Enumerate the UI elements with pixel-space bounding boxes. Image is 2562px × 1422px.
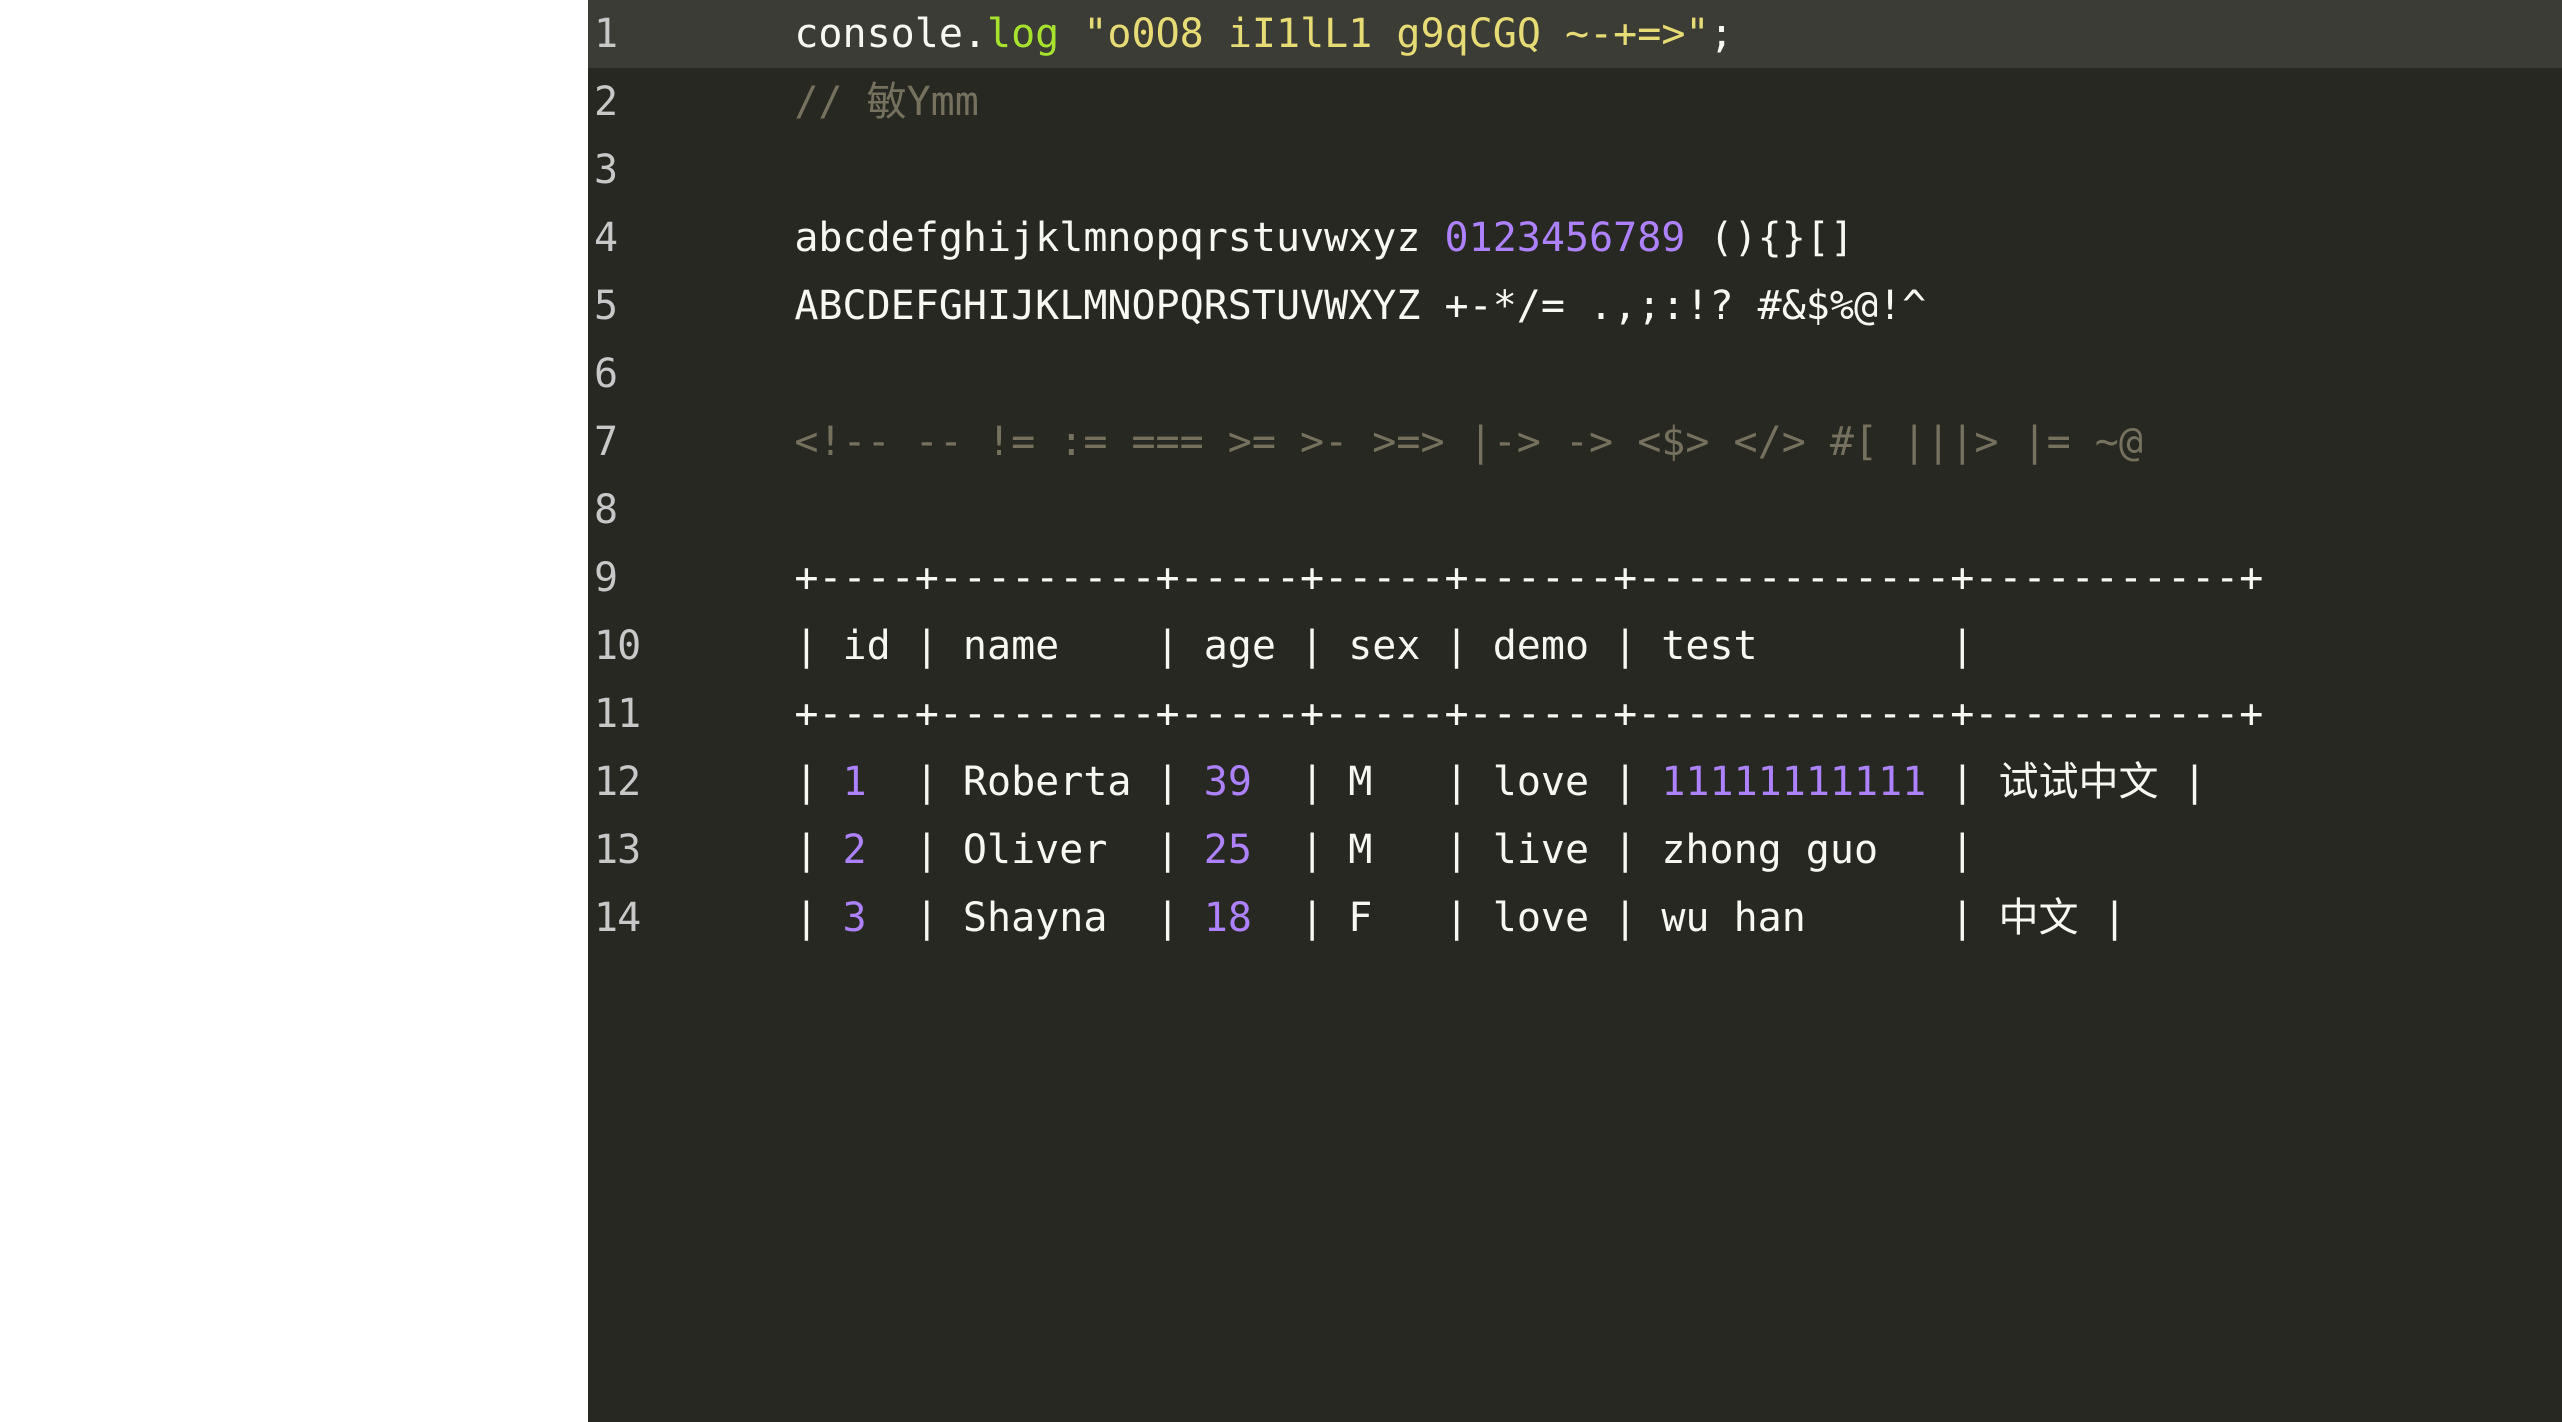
code-token-plain: | 试试中文 |	[1926, 759, 2207, 805]
code-token-number: 0123456789	[1444, 215, 1686, 261]
code-token-punct: .	[962, 11, 987, 57]
code-line[interactable]: 12 | 1 | Roberta | 39 | M | love | 11111…	[588, 748, 2562, 816]
code-token-number: 25	[1203, 827, 1252, 873]
code-token-plain: ABCDEFGHIJKLMNOPQRSTUVWXYZ +-*/= .,;:!? …	[794, 283, 1927, 329]
code-line[interactable]: 8	[588, 476, 2562, 544]
code-token-plain: |	[794, 827, 843, 873]
code-token-plain: console	[794, 11, 963, 57]
line-number: 11	[594, 691, 641, 737]
code-token-plain: +----+---------+-----+-----+------+-----…	[794, 555, 2264, 601]
code-token-plain: (){}[]	[1685, 215, 1854, 261]
code-line[interactable]: 5 ABCDEFGHIJKLMNOPQRSTUVWXYZ +-*/= .,;:!…	[588, 272, 2562, 340]
code-line-content[interactable]: ABCDEFGHIJKLMNOPQRSTUVWXYZ +-*/= .,;:!? …	[698, 272, 2562, 340]
code-token-plain: | Shayna |	[866, 895, 1204, 941]
code-editor[interactable]: 1 console.log "o0O8 iI1lL1 g9qCGQ ~-+=>"…	[588, 0, 2562, 1422]
code-token-function: log	[987, 11, 1060, 57]
screenshot-root: 1 console.log "o0O8 iI1lL1 g9qCGQ ~-+=>"…	[0, 0, 2562, 1422]
line-number: 3	[594, 147, 618, 193]
code-line-content[interactable]: abcdefghijklmnopqrstuvwxyz 0123456789 ()…	[698, 204, 2562, 272]
code-line-content[interactable]	[698, 476, 2562, 544]
code-line[interactable]: 7 <!-- -- != := === >= >- >=> |-> -> <$>…	[588, 408, 2562, 476]
code-token-number: 2	[842, 827, 867, 873]
code-line[interactable]: 3	[588, 136, 2562, 204]
code-line[interactable]: 6	[588, 340, 2562, 408]
code-token-plain: abcdefghijklmnopqrstuvwxyz	[794, 215, 1445, 261]
code-token-plain: | M | love |	[1251, 759, 1662, 805]
code-token-string: "o0O8 iI1lL1 g9qCGQ ~-+=>"	[1083, 11, 1710, 57]
code-line-content[interactable]: // 敏Ymm	[698, 68, 2562, 136]
code-token-plain: | Roberta |	[866, 759, 1204, 805]
code-token-plain: | id | name | age | sex | demo | test |	[794, 623, 1975, 669]
code-line-content[interactable]: | 1 | Roberta | 39 | M | love | 11111111…	[698, 748, 2562, 816]
code-token-number: 11111111111	[1661, 759, 1927, 805]
line-number: 10	[594, 623, 641, 669]
line-number: 8	[594, 487, 618, 533]
code-line[interactable]: 9 +----+---------+-----+-----+------+---…	[588, 544, 2562, 612]
code-token-plain: |	[794, 759, 843, 805]
code-line[interactable]: 2 // 敏Ymm	[588, 68, 2562, 136]
code-token-plain: |	[794, 895, 843, 941]
code-token-comment: <!-- -- != := === >= >- >=> |-> -> <$> <…	[794, 419, 2143, 465]
line-number: 1	[588, 0, 698, 68]
code-line[interactable]: 13 | 2 | Oliver | 25 | M | live | zhong …	[588, 816, 2562, 884]
line-number: 4	[594, 215, 618, 261]
code-line[interactable]: 4 abcdefghijklmnopqrstuvwxyz 0123456789 …	[588, 204, 2562, 272]
code-line[interactable]: 14 | 3 | Shayna | 18 | F | love | wu han…	[588, 884, 2562, 952]
line-number: 12	[594, 759, 641, 805]
code-token-number: 39	[1203, 759, 1252, 805]
code-line-content[interactable]	[698, 340, 2562, 408]
code-line-content[interactable]	[698, 136, 2562, 204]
code-token-plain: +----+---------+-----+-----+------+-----…	[794, 691, 2264, 737]
code-line[interactable]: 1 console.log "o0O8 iI1lL1 g9qCGQ ~-+=>"…	[588, 0, 2562, 68]
line-number: 2	[594, 79, 618, 125]
code-token-number: 3	[842, 895, 867, 941]
code-token-plain: | Oliver |	[866, 827, 1204, 873]
code-token-plain: | M | live | zhong guo |	[1251, 827, 1975, 873]
line-number: 14	[594, 895, 641, 941]
code-token-comment: // 敏Ymm	[794, 79, 979, 125]
code-token-plain: | F | love | wu han | 中文 |	[1251, 895, 2127, 941]
code-line-content[interactable]: | 2 | Oliver | 25 | M | live | zhong guo…	[698, 816, 2562, 884]
code-line-content[interactable]: console.log "o0O8 iI1lL1 g9qCGQ ~-+=>";	[698, 0, 2562, 68]
editor-lines: 1 console.log "o0O8 iI1lL1 g9qCGQ ~-+=>"…	[588, 0, 2562, 952]
code-token-number: 18	[1203, 895, 1252, 941]
code-line-content[interactable]: +----+---------+-----+-----+------+-----…	[698, 680, 2562, 748]
code-line-content[interactable]: <!-- -- != := === >= >- >=> |-> -> <$> <…	[698, 408, 2562, 476]
code-line-content[interactable]: +----+---------+-----+-----+------+-----…	[698, 544, 2562, 612]
code-token-punct: ;	[1709, 11, 1734, 57]
code-line[interactable]: 10 | id | name | age | sex | demo | test…	[588, 612, 2562, 680]
line-number: 7	[594, 419, 618, 465]
code-line[interactable]: 11 +----+---------+-----+-----+------+--…	[588, 680, 2562, 748]
line-number: 13	[594, 827, 641, 873]
code-token-number: 1	[842, 759, 867, 805]
code-line-content[interactable]: | id | name | age | sex | demo | test |	[698, 612, 2562, 680]
line-number: 9	[594, 555, 618, 601]
line-number: 5	[594, 283, 618, 329]
line-number: 6	[594, 351, 618, 397]
code-line-content[interactable]: | 3 | Shayna | 18 | F | love | wu han | …	[698, 884, 2562, 952]
